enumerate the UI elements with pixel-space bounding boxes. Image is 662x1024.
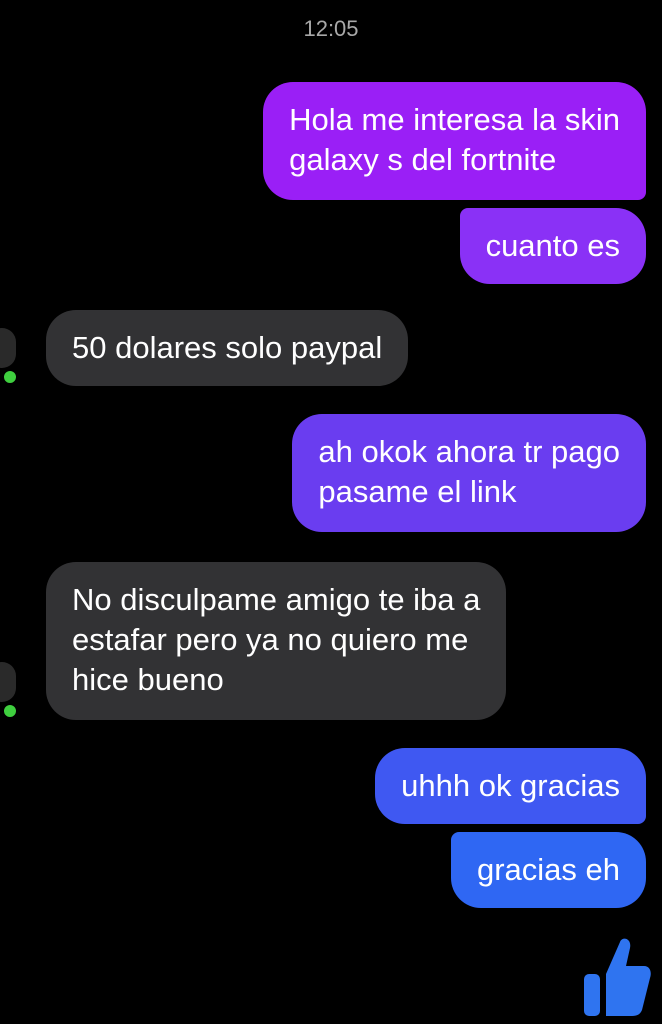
online-status-dot [2,703,18,719]
outgoing-message[interactable]: ah okok ahora tr pago pasame el link [292,414,646,532]
outgoing-message[interactable]: uhhh ok gracias [375,748,646,824]
outgoing-message[interactable]: Hola me interesa la skin galaxy s del fo… [263,82,646,200]
incoming-message[interactable]: No disculpame amigo te iba a estafar per… [46,562,507,720]
chat-screen: 12:05 Hola me interesa la skin galaxy s … [0,0,662,1024]
contact-avatar[interactable] [0,662,16,702]
outgoing-message[interactable]: gracias eh [450,832,646,908]
online-status-dot [2,369,18,385]
thumbs-up-icon[interactable] [580,934,652,1018]
incoming-message[interactable]: 50 dolares solo paypal [46,310,409,386]
contact-avatar[interactable] [0,328,16,368]
message-timestamp: 12:05 [303,16,359,41]
outgoing-message[interactable]: cuanto es [459,208,646,284]
thumbs-up-icon [584,938,651,1016]
